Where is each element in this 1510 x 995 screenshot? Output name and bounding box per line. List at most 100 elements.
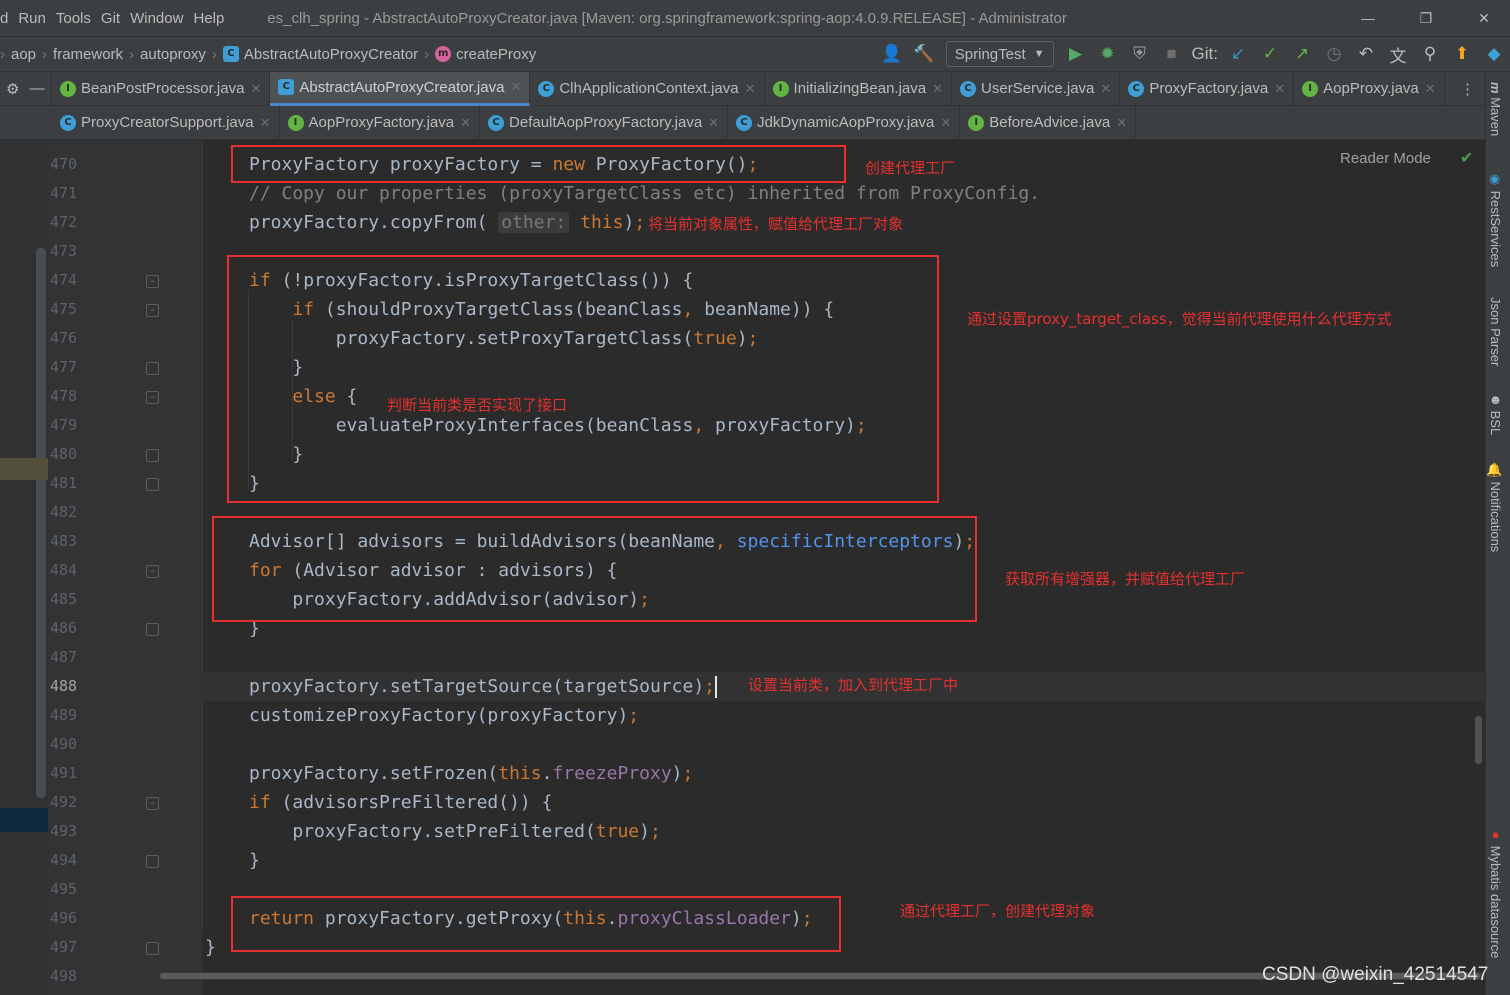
build-hammer-icon[interactable]: 🔨: [908, 39, 940, 69]
minimize-icon[interactable]: —: [1348, 0, 1388, 36]
line-number: 482: [50, 503, 78, 521]
coverage-icon[interactable]: ⛨: [1124, 39, 1156, 69]
fold-marker-icon[interactable]: [146, 478, 159, 491]
fold-marker-icon[interactable]: −: [146, 391, 159, 404]
code-line-472: proxyFactory.copyFrom( other: this);: [249, 212, 646, 233]
search-icon[interactable]: ⚲: [1414, 39, 1446, 69]
line-number: 489: [50, 706, 78, 724]
restore-icon[interactable]: ❐: [1406, 0, 1446, 36]
interface-icon: I: [1302, 80, 1319, 97]
tab-proxy-creator-support[interactable]: C ProxyCreatorSupport.java ✕: [52, 105, 280, 140]
run-icon[interactable]: ▶: [1060, 39, 1092, 69]
close-icon[interactable]: ✕: [510, 79, 521, 95]
close-icon[interactable]: ✕: [460, 115, 471, 131]
close-icon[interactable]: ✕: [708, 115, 719, 131]
tool-maven-label: Maven: [1488, 97, 1503, 137]
tab-bean-post-processor[interactable]: I BeanPostProcessor.java ✕: [52, 71, 271, 106]
fold-marker-icon[interactable]: [146, 855, 159, 868]
right-tool-strip: m Maven ◉ RestServices Json Parser ☻ BSL…: [1485, 72, 1510, 995]
tab-initializing-bean[interactable]: I InitializingBean.java ✕: [765, 71, 953, 106]
menu-item-help[interactable]: Help: [188, 10, 229, 27]
menu-item-d[interactable]: d: [0, 10, 13, 27]
fold-marker-icon[interactable]: −: [146, 797, 159, 810]
reader-mode-toggle[interactable]: Reader Mode: [1340, 150, 1431, 167]
tool-rest-services[interactable]: ◉ RestServices: [1488, 172, 1503, 267]
close-icon[interactable]: ✕: [1464, 0, 1504, 36]
more-tabs-icon[interactable]: ⋮: [1450, 72, 1485, 106]
tab-aop-proxy-factory[interactable]: I AopProxyFactory.java ✕: [280, 105, 481, 140]
user-icon[interactable]: 👤: [876, 39, 908, 69]
tool-maven[interactable]: m Maven: [1488, 82, 1503, 136]
class-icon: C: [960, 80, 977, 97]
code-line-471: // Copy our properties (proxyTargetClass…: [249, 183, 1041, 204]
history-icon[interactable]: ◷: [1318, 39, 1350, 69]
update-icon[interactable]: ⬆: [1446, 39, 1478, 69]
class-icon: C: [60, 114, 76, 131]
tab-user-service[interactable]: C UserService.java ✕: [952, 71, 1121, 106]
tab-settings[interactable]: ⚙ —: [0, 71, 52, 106]
tab-proxy-factory[interactable]: C ProxyFactory.java ✕: [1120, 71, 1295, 106]
code-line-485: proxyFactory.addAdvisor(advisor);: [249, 589, 650, 610]
tab-clh-application-context[interactable]: C ClhApplicationContext.java ✕: [530, 71, 765, 106]
menu-item-git[interactable]: Git: [96, 10, 125, 27]
close-icon[interactable]: ✕: [1116, 115, 1127, 131]
chevron-right-icon: ›: [424, 45, 430, 63]
close-icon[interactable]: ✕: [260, 115, 271, 131]
git-update-icon[interactable]: ↙: [1222, 39, 1254, 69]
project-scrollbar[interactable]: [36, 248, 46, 798]
fold-marker-icon[interactable]: [146, 623, 159, 636]
close-icon[interactable]: ✕: [250, 81, 261, 97]
tool-json-parser[interactable]: Json Parser: [1488, 297, 1503, 366]
close-icon[interactable]: ✕: [1274, 81, 1285, 97]
fold-marker-icon[interactable]: −: [146, 304, 159, 317]
line-number: 483: [50, 532, 78, 550]
fold-marker-icon[interactable]: −: [146, 565, 159, 578]
menu-item-run[interactable]: Run: [13, 10, 51, 27]
tab-aop-proxy[interactable]: I AopProxy.java ✕: [1294, 71, 1445, 106]
run-configuration-select[interactable]: SpringTest ▼: [945, 41, 1054, 67]
git-commit-icon[interactable]: ✓: [1254, 39, 1286, 69]
stop-icon[interactable]: ■: [1156, 39, 1188, 69]
tool-mybatis-datasource[interactable]: ● Mybatis datasource: [1488, 827, 1503, 958]
code-line-479: evaluateProxyInterfaces(beanClass, proxy…: [249, 415, 867, 436]
tab-label: ClhApplicationContext.java: [559, 80, 739, 97]
inspection-ok-icon[interactable]: ✔: [1460, 148, 1473, 168]
menu-item-window[interactable]: Window: [125, 10, 188, 27]
fold-marker-icon[interactable]: −: [146, 275, 159, 288]
breadcrumb-autoproxy[interactable]: autoproxy: [140, 46, 206, 63]
git-push-icon[interactable]: ↗: [1286, 39, 1318, 69]
breadcrumb-class[interactable]: C AbstractAutoProxyCreator: [222, 46, 418, 63]
translate-icon[interactable]: 文: [1382, 39, 1414, 69]
interface-icon: I: [772, 80, 789, 97]
tab-before-advice[interactable]: I BeforeAdvice.java ✕: [960, 105, 1137, 140]
tab-abstract-auto-proxy-creator[interactable]: C AbstractAutoProxyCreator.java ✕: [270, 71, 531, 106]
breadcrumb-aop[interactable]: aop: [11, 46, 36, 63]
breadcrumb-framework[interactable]: framework: [53, 46, 123, 63]
debug-bug-icon[interactable]: ✹: [1092, 39, 1124, 69]
tab-jdk-dynamic-aop-proxy[interactable]: C JdkDynamicAopProxy.java ✕: [728, 105, 961, 140]
tab-default-aop-proxy-factory[interactable]: C DefaultAopProxyFactory.java ✕: [480, 105, 729, 140]
code-line-478: else {: [292, 386, 358, 407]
close-icon[interactable]: ✕: [1425, 81, 1436, 97]
parameter-hint: other:: [498, 212, 570, 233]
tool-bsl[interactable]: ☻ BSL: [1488, 392, 1503, 435]
menu-item-tools[interactable]: Tools: [51, 10, 96, 27]
rollback-icon[interactable]: ↶: [1350, 39, 1382, 69]
close-icon[interactable]: ✕: [1100, 81, 1111, 97]
vertical-scrollbar[interactable]: [1475, 716, 1482, 764]
project-panel-edge: [0, 140, 48, 995]
fold-marker-icon[interactable]: [146, 449, 159, 462]
code-line-480: }: [249, 444, 304, 465]
line-number: 496: [50, 909, 78, 927]
fold-marker-icon[interactable]: [146, 942, 159, 955]
close-icon[interactable]: ✕: [745, 81, 756, 97]
breadcrumb-method[interactable]: m createProxy: [435, 46, 536, 63]
maven-icon: m: [1488, 82, 1503, 94]
chevron-right-icon: ›: [0, 45, 5, 63]
close-icon[interactable]: ✕: [940, 115, 951, 131]
tool-notifications[interactable]: 🔔 Notifications: [1488, 462, 1503, 552]
fold-marker-icon[interactable]: [146, 362, 159, 375]
bsl-icon: ☻: [1488, 392, 1503, 407]
close-icon[interactable]: ✕: [932, 81, 943, 97]
plugin-logo-icon[interactable]: ◆: [1478, 39, 1510, 69]
